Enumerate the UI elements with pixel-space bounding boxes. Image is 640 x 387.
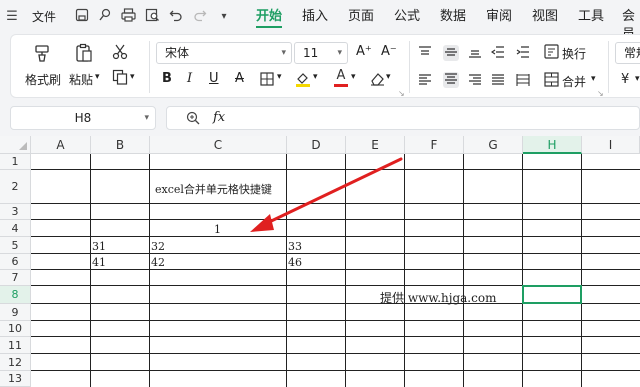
ribbon-separator	[608, 41, 609, 93]
print-preview-icon[interactable]	[144, 8, 160, 26]
font-dialog-launcher-icon[interactable]: ↘	[398, 89, 405, 98]
font-color-swatch	[334, 84, 348, 87]
increase-indent-icon[interactable]	[516, 45, 530, 59]
align-left-icon[interactable]	[418, 73, 432, 87]
tab-formula[interactable]: 公式	[394, 8, 420, 28]
align-top-icon[interactable]	[418, 45, 432, 59]
font-color-dropdown-icon[interactable]: ▾	[351, 72, 356, 82]
annotation-arrow	[250, 157, 403, 232]
clear-format-icon[interactable]	[369, 72, 385, 88]
print-icon[interactable]	[120, 8, 136, 26]
number-format-value: 常规	[624, 46, 640, 60]
font-name-select[interactable]: 宋体 ▾	[156, 42, 292, 64]
export-icon[interactable]	[97, 8, 113, 26]
font-name-value: 宋体	[165, 46, 190, 60]
quick-access-dropdown-icon[interactable]: ▾	[216, 8, 232, 26]
tab-review[interactable]: 审阅	[486, 8, 512, 28]
grow-font-button[interactable]: A⁺	[356, 44, 372, 59]
font-size-select[interactable]: 11 ▾	[294, 42, 348, 64]
fill-color-icon[interactable]	[294, 71, 312, 89]
italic-button[interactable]: I	[187, 71, 192, 86]
merge-cells-icon[interactable]	[543, 72, 559, 88]
tab-insert[interactable]: 插入	[302, 8, 328, 28]
function-fx-button[interactable]: fx	[213, 110, 225, 125]
paste-label[interactable]: 粘贴	[69, 71, 93, 88]
merge-dropdown-icon[interactable]: ▾	[591, 74, 596, 84]
zoom-search-icon[interactable]	[185, 111, 201, 127]
tab-page[interactable]: 页面	[348, 8, 374, 28]
undo-icon[interactable]	[168, 8, 184, 26]
ribbon-toolbar: 格式刷 粘贴 ▾ ▾ 宋体 ▾ 11 ▾ A⁺ A⁻ B I U A ▾ ▾ A…	[10, 34, 640, 98]
format-painter-label[interactable]: 格式刷	[25, 71, 61, 88]
currency-dropdown-icon[interactable]: ▾	[635, 74, 640, 84]
bold-button[interactable]: B	[162, 71, 172, 86]
redo-icon[interactable]	[192, 8, 208, 26]
align-right-icon[interactable]	[468, 73, 482, 87]
strikethrough-button[interactable]: A	[235, 71, 244, 86]
align-middle-icon[interactable]	[443, 45, 459, 61]
decrease-indent-icon[interactable]	[490, 45, 505, 59]
paste-icon[interactable]	[73, 43, 95, 65]
tab-member[interactable]: 会员	[622, 8, 640, 42]
font-size-value: 11	[303, 46, 319, 60]
distributed-align-icon[interactable]	[516, 73, 530, 87]
tab-tools[interactable]: 工具	[578, 8, 604, 28]
align-center-icon[interactable]	[443, 72, 459, 88]
copy-icon[interactable]	[111, 69, 129, 87]
wrap-text-icon[interactable]	[543, 44, 559, 60]
ribbon-separator	[409, 41, 410, 93]
chevron-down-icon: ▾	[337, 48, 342, 58]
number-format-select[interactable]: 常规	[615, 42, 640, 64]
ribbon-separator	[149, 41, 150, 93]
merge-label[interactable]: 合并	[562, 73, 586, 90]
font-color-glyph: A	[336, 68, 346, 83]
copy-dropdown-icon[interactable]: ▾	[130, 72, 135, 82]
align-bottom-icon[interactable]	[468, 45, 482, 59]
save-icon[interactable]	[74, 8, 90, 26]
cell-reference: H8	[74, 111, 92, 125]
alignment-dialog-launcher-icon[interactable]: ↘	[597, 89, 604, 98]
wrap-text-label[interactable]: 换行	[562, 45, 586, 62]
chevron-down-icon: ▾	[144, 113, 149, 123]
fill-color-dropdown-icon[interactable]: ▾	[313, 72, 318, 82]
tab-home[interactable]: 开始	[256, 8, 283, 28]
tab-data[interactable]: 数据	[440, 8, 466, 28]
justify-icon[interactable]	[491, 73, 505, 87]
file-menu[interactable]: 文件	[32, 8, 56, 26]
font-color-icon[interactable]: A	[333, 69, 349, 89]
border-dropdown-icon[interactable]: ▾	[277, 72, 282, 82]
border-icon[interactable]	[259, 72, 275, 88]
name-box[interactable]: H8 ▾	[10, 106, 156, 130]
underline-button[interactable]: U	[209, 71, 219, 86]
clear-format-dropdown-icon[interactable]: ▾	[386, 72, 391, 82]
currency-button[interactable]: ¥	[621, 72, 629, 87]
shrink-font-button[interactable]: A⁻	[381, 44, 397, 59]
menu-icon[interactable]: ☰	[4, 8, 20, 26]
formula-bar: H8 ▾ fx	[0, 104, 640, 132]
menu-bar: ☰ 文件 ▾ 开始 插入 页面 公式 数据 审阅 视图 工具 会员	[0, 0, 640, 42]
paste-dropdown-icon[interactable]: ▾	[95, 72, 100, 82]
format-painter-icon[interactable]	[31, 43, 53, 65]
formula-input[interactable]: fx	[166, 106, 640, 130]
chevron-down-icon: ▾	[281, 48, 286, 58]
cut-icon[interactable]	[111, 44, 129, 62]
spreadsheet-grid[interactable]: A B C D E F G H I 1 2 3 4 5 6 7 8 9 10 1…	[0, 136, 640, 387]
tab-view[interactable]: 视图	[532, 8, 558, 28]
